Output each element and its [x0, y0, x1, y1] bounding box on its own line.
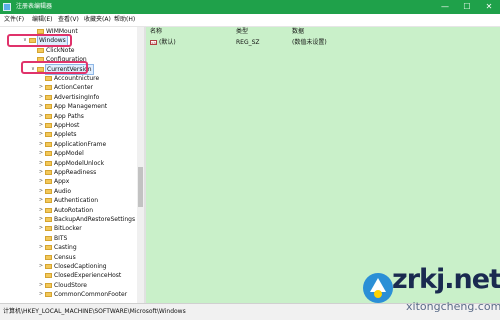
expand-arrow-icon[interactable]: >	[38, 168, 44, 177]
column-header-name[interactable]: 名称	[150, 27, 162, 36]
tree-node-label[interactable]: BackupAndRestoreSettings	[54, 215, 135, 224]
folder-icon	[45, 254, 52, 260]
folder-icon	[45, 160, 52, 166]
folder-icon	[45, 113, 52, 119]
expand-arrow-icon[interactable]: >	[38, 130, 44, 139]
menu-help[interactable]: 帮助(H)	[114, 16, 135, 24]
expand-arrow-icon[interactable]: >	[38, 159, 44, 168]
menu-view[interactable]: 查看(V)	[58, 16, 79, 24]
folder-icon	[45, 282, 52, 288]
menu-bar: 文件(F) 编辑(E) 查看(V) 收藏夹(A) 帮助(H)	[0, 14, 500, 27]
watermark-logo-icon	[363, 273, 393, 303]
menu-file[interactable]: 文件(F)	[4, 16, 24, 24]
value-type: REG_SZ	[236, 39, 260, 46]
tree-node-label[interactable]: AppHost	[54, 121, 79, 130]
folder-icon	[45, 132, 52, 138]
folder-icon	[45, 76, 52, 81]
expand-arrow-icon[interactable]: >	[38, 177, 44, 186]
tree-node-label[interactable]: BitLocker	[54, 224, 82, 233]
folder-icon	[45, 245, 52, 251]
folder-icon	[45, 198, 52, 204]
expand-arrow-icon[interactable]: >	[38, 224, 44, 233]
folder-icon	[45, 188, 52, 194]
value-name[interactable]: (默认)	[159, 38, 176, 47]
folder-icon	[45, 207, 52, 213]
menu-edit[interactable]: 编辑(E)	[32, 16, 52, 24]
folder-icon	[45, 104, 52, 110]
tree-node-label[interactable]: ClosedExperienceHost	[54, 271, 121, 280]
tree-node-label[interactable]: BITS	[54, 234, 67, 243]
expand-arrow-icon[interactable]: >	[38, 187, 44, 196]
folder-icon	[45, 85, 52, 91]
watermark-brand: zrkj.net	[392, 264, 500, 295]
minimize-button[interactable]: —	[434, 0, 456, 14]
column-header-data[interactable]: 数据	[292, 27, 304, 36]
tree-scrollbar[interactable]	[137, 27, 144, 303]
tree-node-label[interactable]: AppReadiness	[54, 168, 96, 177]
watermark-subtext: xitongcheng.com	[406, 300, 500, 313]
folder-icon	[37, 47, 44, 53]
folder-icon	[45, 217, 52, 222]
close-button[interactable]: ✕	[478, 0, 500, 14]
tree-node-label[interactable]: Census	[54, 253, 76, 262]
expand-arrow-icon[interactable]: >	[38, 93, 44, 102]
folder-icon	[45, 273, 52, 279]
folder-icon	[45, 226, 52, 232]
expand-arrow-icon[interactable]: >	[38, 290, 44, 299]
annotation-box-windows	[7, 34, 72, 47]
tree-node-label[interactable]: Audio	[54, 187, 71, 196]
tree-node-label[interactable]: Accountnicture	[54, 74, 99, 83]
title-bar: 注册表编辑器 — ☐ ✕	[0, 0, 500, 14]
status-path: 计算机\HKEY_LOCAL_MACHINE\SOFTWARE\Microsof…	[3, 308, 186, 315]
expand-arrow-icon[interactable]: >	[38, 112, 44, 121]
tree-node-label[interactable]: ActionCenter	[54, 83, 93, 92]
tree-node-label[interactable]: ClosedCaptioning	[54, 262, 107, 271]
window-title: 注册表编辑器	[16, 3, 53, 10]
tree-node-label[interactable]: App Management	[54, 102, 107, 111]
maximize-button[interactable]: ☐	[456, 0, 478, 14]
expand-arrow-icon[interactable]: >	[38, 215, 44, 224]
tree-node-label[interactable]: ClickNote	[46, 46, 75, 55]
column-header-type[interactable]: 类型	[236, 27, 248, 36]
tree-node-label[interactable]: AutoRotation	[54, 206, 93, 215]
expand-arrow-icon[interactable]: >	[38, 262, 44, 271]
tree-node-label[interactable]: Applets	[54, 130, 77, 139]
expand-arrow-icon[interactable]: >	[38, 102, 44, 111]
watermark: zrkj.net xitongcheng.com	[362, 262, 500, 318]
tree-node-label[interactable]: AppModelUnlock	[54, 159, 104, 168]
expand-arrow-icon[interactable]: >	[38, 196, 44, 205]
folder-icon	[45, 179, 52, 185]
tree-node-label[interactable]: ApplicationFrame	[54, 140, 106, 149]
folder-icon	[45, 123, 52, 128]
expand-arrow-icon[interactable]: >	[38, 83, 44, 92]
value-data: (数值未设置)	[292, 39, 327, 46]
tree-node-label[interactable]: CommonCommonFooter	[54, 290, 127, 299]
annotation-box-currentversion	[21, 61, 88, 74]
expand-arrow-icon[interactable]: >	[38, 121, 44, 130]
tree-node-label[interactable]: App Paths	[54, 112, 84, 121]
expand-arrow-icon[interactable]: >	[38, 243, 44, 252]
string-value-icon: ab	[150, 40, 157, 46]
expand-arrow-icon[interactable]: >	[38, 140, 44, 149]
expand-arrow-icon[interactable]: >	[38, 281, 44, 290]
folder-icon	[45, 151, 52, 157]
folder-icon	[45, 141, 52, 147]
folder-icon	[45, 292, 52, 298]
folder-icon	[45, 235, 52, 241]
tree-node-label[interactable]: Casting	[54, 243, 77, 252]
folder-icon	[45, 170, 52, 175]
tree-node-label[interactable]: Appx	[54, 177, 69, 186]
folder-icon	[45, 94, 52, 100]
folder-icon	[45, 264, 52, 269]
tree-node-label[interactable]: AdvertisingInfo	[54, 93, 99, 102]
menu-favorites[interactable]: 收藏夹(A)	[84, 16, 111, 24]
tree-scrollbar-thumb[interactable]	[138, 167, 143, 207]
registry-editor-icon	[3, 3, 11, 11]
tree-node-label[interactable]: Authentication	[54, 196, 98, 205]
expand-arrow-icon[interactable]: >	[38, 149, 44, 158]
tree-node-label[interactable]: AppModel	[54, 149, 84, 158]
expand-arrow-icon[interactable]: >	[38, 206, 44, 215]
tree-node-label[interactable]: CloudStore	[54, 281, 87, 290]
